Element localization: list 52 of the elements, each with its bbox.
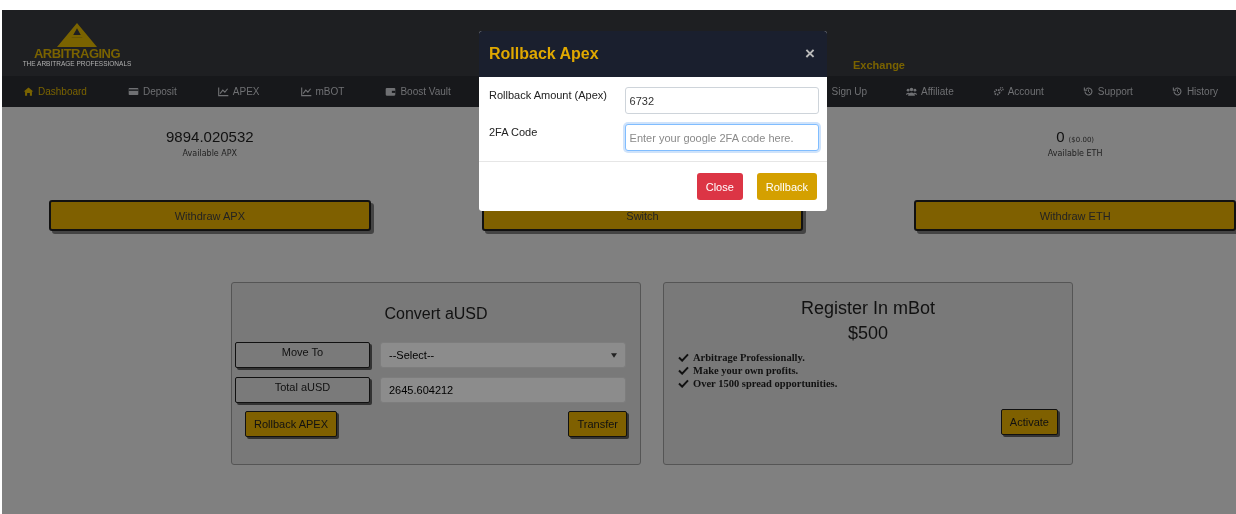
field-label: 2FA Code: [489, 125, 539, 138]
field-label: Rollback Amount (Apex): [489, 88, 608, 101]
card-icon: [127, 86, 139, 97]
home-icon: [23, 86, 34, 97]
balance-caption: Available APX: [182, 149, 238, 158]
field-label: Total aUSD: [235, 377, 370, 403]
rollback-button[interactable]: Rollback: [756, 173, 817, 200]
nav-link[interactable]: Dashboard: [23, 86, 87, 97]
feature-text: Make your own profits.: [693, 365, 799, 376]
nav-link[interactable]: mBOT: [300, 86, 345, 97]
feature-text: Over 1500 spread opportunities.: [693, 378, 838, 389]
caret-icon: [611, 352, 617, 358]
action-button[interactable]: Transfer: [568, 411, 627, 437]
input-field[interactable]: 6732: [624, 87, 819, 114]
nav-link[interactable]: Sign Up: [831, 86, 868, 97]
modal-title: Rollback Apex: [489, 45, 599, 63]
users-icon: [906, 86, 918, 97]
feature-text: Arbitrage Professionally.: [693, 352, 805, 363]
nav-link[interactable]: Account: [992, 86, 1044, 97]
input-field[interactable]: Enter your google 2FA code here.: [624, 124, 819, 151]
card-title: Convert aUSD: [383, 305, 489, 323]
nav-link[interactable]: APEX: [217, 86, 260, 97]
nav-link[interactable]: History: [1171, 86, 1218, 97]
balance-amount: 9894.020532: [166, 128, 254, 145]
balance-caption: Available ETH: [1047, 149, 1103, 158]
nav-link[interactable]: Deposit: [127, 86, 177, 97]
check-icon: [678, 379, 689, 388]
line-chart-icon: [217, 86, 229, 97]
input-field[interactable]: 2645.604212: [380, 377, 626, 403]
select-field[interactable]: --Select--: [380, 342, 626, 368]
field-label: Move To: [235, 342, 370, 368]
nav-link[interactable]: Affiliate: [906, 86, 954, 97]
exchange-link[interactable]: Exchange: [853, 58, 905, 72]
balance-amount: 0: [1056, 128, 1065, 145]
action-button[interactable]: Rollback APEX: [245, 411, 337, 437]
triangle-logo-icon: [55, 23, 99, 47]
nav-link[interactable]: Boost Vault: [385, 86, 451, 97]
price: $500: [846, 323, 889, 344]
action-button[interactable]: Withdraw APX: [49, 200, 371, 231]
line-chart-icon: [300, 86, 312, 97]
check-icon: [678, 353, 689, 362]
activate-button[interactable]: Activate: [1000, 409, 1058, 435]
nav-link[interactable]: Support: [1082, 86, 1133, 97]
card-title: Register In mBot: [799, 298, 937, 319]
action-button[interactable]: Withdraw ETH: [914, 200, 1236, 231]
wallet-icon: [385, 86, 397, 97]
history-icon: [1171, 86, 1183, 97]
logo-text: ARBITRAGING: [33, 47, 121, 60]
close-button[interactable]: Close: [696, 173, 743, 200]
check-icon: [678, 366, 689, 375]
history-icon: [1082, 86, 1094, 97]
close-button[interactable]: ×: [803, 45, 817, 63]
